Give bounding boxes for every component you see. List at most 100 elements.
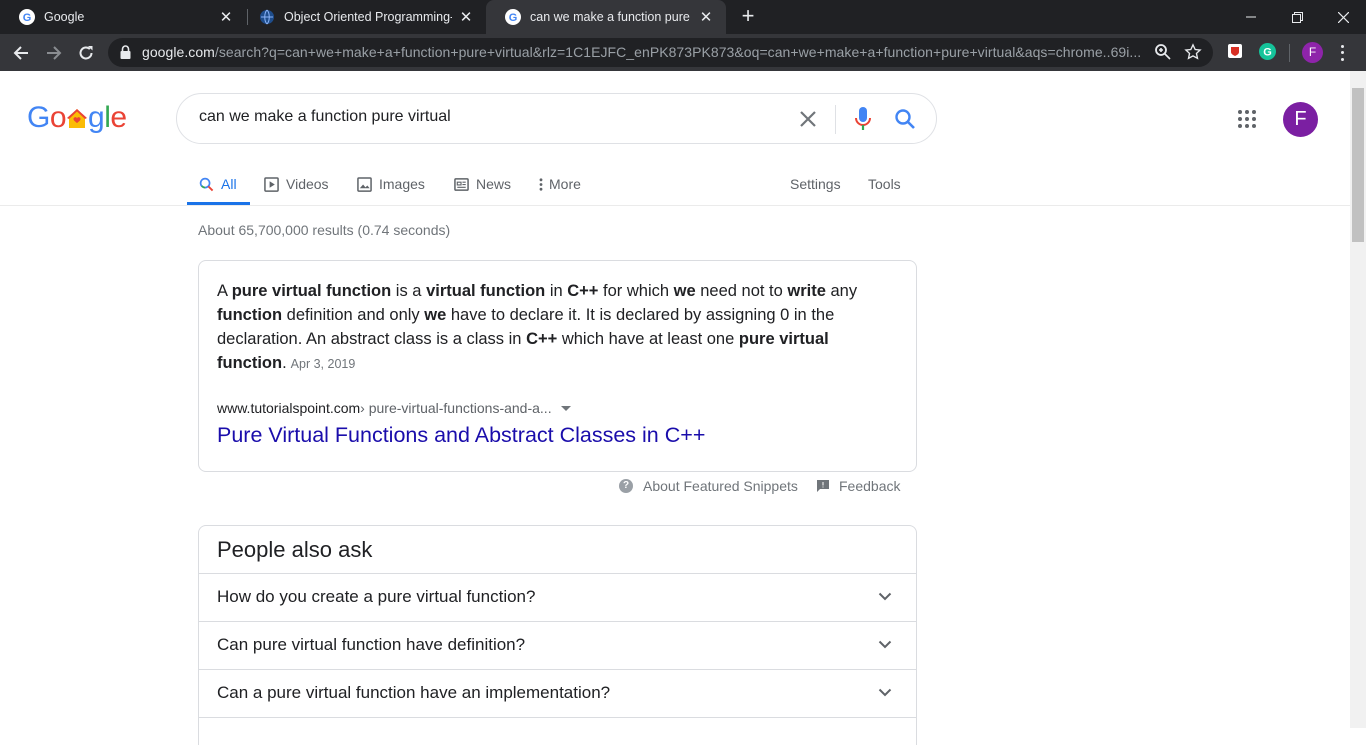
svg-text:G: G <box>1263 47 1272 59</box>
tab-settings[interactable]: Settings <box>790 173 841 195</box>
tab-label: All <box>221 176 237 192</box>
lock-icon[interactable] <box>120 45 131 59</box>
snippet-date: Apr 3, 2019 <box>290 357 356 371</box>
cite-path: › pure-virtual-functions-and-a... <box>360 400 552 416</box>
paa-question-text: How do you create a pure virtual functio… <box>217 587 536 606</box>
microphone-icon[interactable] <box>851 106 875 132</box>
logo-letter: g <box>88 101 105 134</box>
tab-close-icon[interactable]: ✕ <box>698 9 714 26</box>
google-favicon-icon: G <box>19 9 35 25</box>
browser-tab-search[interactable]: G can we make a function pure virtu ✕ <box>486 0 726 34</box>
grammarly-icon[interactable]: G <box>1259 43 1276 60</box>
back-button[interactable] <box>7 39 35 67</box>
tab-title: Google <box>44 10 85 24</box>
svg-text:G: G <box>23 12 32 24</box>
url-host: google.com <box>142 44 215 60</box>
search-input[interactable]: can we make a function pure virtual <box>199 108 451 126</box>
help-icon: ? <box>619 479 633 493</box>
address-bar[interactable]: google.com/search?q=can+we+make+a+functi… <box>108 38 1213 67</box>
search-divider <box>835 105 836 134</box>
tab-close-icon[interactable]: ✕ <box>458 9 474 26</box>
tab-close-icon[interactable]: ✕ <box>218 9 234 26</box>
snippet-span: is a <box>391 282 427 300</box>
snippet-emphasis: we <box>673 282 696 300</box>
snippet-emphasis: C++ <box>526 330 558 348</box>
snippet-emphasis: virtual function <box>426 282 546 300</box>
paa-question-text: Can a pure virtual function have an impl… <box>217 683 611 702</box>
google-apps-icon[interactable] <box>1238 110 1256 128</box>
paa-question[interactable] <box>199 717 916 747</box>
search-tabs: All Videos Images News More Settings Too… <box>0 163 1350 206</box>
snippet-emphasis: C++ <box>567 282 599 300</box>
snippet-text: A pure virtual function is a virtual fun… <box>217 279 907 376</box>
globe-favicon-icon <box>260 9 274 25</box>
close-window-button[interactable] <box>1320 0 1366 34</box>
logo-letter: G <box>27 101 50 134</box>
scrollbar-thumb[interactable] <box>1352 88 1364 242</box>
paa-question[interactable]: How do you create a pure virtual functio… <box>199 573 916 621</box>
google-logo[interactable]: Go gle <box>27 101 127 135</box>
image-icon <box>357 176 372 192</box>
clear-icon[interactable] <box>796 107 820 131</box>
tab-tools[interactable]: Tools <box>868 173 901 195</box>
chevron-down-icon <box>878 592 892 601</box>
snippet-span: in <box>545 282 568 300</box>
result-cite[interactable]: www.tutorialspoint.com › pure-virtual-fu… <box>217 400 571 416</box>
tab-label: Images <box>379 176 425 192</box>
doodle-house-icon <box>67 109 88 128</box>
tab-images[interactable]: Images <box>357 173 425 195</box>
tab-more[interactable]: More <box>538 173 581 195</box>
people-also-ask: People also ask How do you create a pure… <box>198 525 917 745</box>
browser-tab-google[interactable]: G Google ✕ <box>0 0 246 34</box>
google-account-avatar[interactable]: F <box>1283 102 1318 137</box>
tab-all[interactable]: All <box>199 173 237 195</box>
browser-toolbar: google.com/search?q=can+we+make+a+functi… <box>0 34 1366 71</box>
paa-title: People also ask <box>217 537 373 562</box>
tab-label: Settings <box>790 176 841 192</box>
reload-button[interactable] <box>72 39 100 67</box>
toolbar-separator <box>1289 44 1290 62</box>
search-box[interactable]: can we make a function pure virtual <box>176 93 937 144</box>
minimize-button[interactable] <box>1228 0 1274 34</box>
google-favicon-icon: G <box>505 9 521 25</box>
caret-down-icon[interactable] <box>560 405 571 411</box>
star-icon[interactable] <box>1184 43 1202 61</box>
search-icon[interactable] <box>893 107 917 131</box>
search-icon <box>199 177 214 191</box>
browser-tab-oop[interactable]: Object Oriented Programming-Z ✕ <box>240 0 486 34</box>
tab-label: News <box>476 176 512 192</box>
snippet-emphasis: pure virtual function <box>231 282 392 300</box>
about-featured-snippets-link[interactable]: ? About Featured Snippets <box>619 478 798 494</box>
close-icon <box>1337 11 1349 23</box>
video-icon <box>264 176 279 192</box>
snippet-span: A <box>217 282 232 300</box>
profile-avatar[interactable]: F <box>1302 42 1323 63</box>
logo-letter: o <box>49 101 67 134</box>
about-label: About Featured Snippets <box>643 478 798 494</box>
new-tab-button[interactable]: + <box>737 5 759 28</box>
forward-button[interactable] <box>40 39 68 67</box>
browser-menu-button[interactable] <box>1334 43 1350 63</box>
tab-label: More <box>549 176 581 192</box>
tab-title: Object Oriented Programming-Z <box>284 10 452 24</box>
tab-videos[interactable]: Videos <box>264 173 329 195</box>
chevron-down-icon <box>878 688 892 697</box>
more-vert-icon <box>539 177 543 191</box>
tab-label: Videos <box>286 176 329 192</box>
feedback-label: Feedback <box>839 478 901 494</box>
feedback-link[interactable]: Feedback <box>816 478 900 494</box>
result-title-link[interactable]: Pure Virtual Functions and Abstract Clas… <box>217 423 705 448</box>
paa-question[interactable]: Can a pure virtual function have an impl… <box>199 669 916 717</box>
tab-title: can we make a function pure virtu <box>530 10 692 24</box>
snippet-emphasis: we <box>424 306 447 324</box>
arrow-forward-icon <box>47 46 62 60</box>
tab-news[interactable]: News <box>454 173 511 195</box>
page-scrollbar[interactable] <box>1350 71 1366 728</box>
url-text[interactable]: google.com/search?q=can+we+make+a+functi… <box>142 44 1152 60</box>
extension-shield-icon[interactable] <box>1227 43 1243 59</box>
arrow-back-icon <box>13 46 28 60</box>
paa-question[interactable]: Can pure virtual function have definitio… <box>199 621 916 669</box>
snippet-span: need not to <box>695 282 788 300</box>
restore-button[interactable] <box>1274 0 1320 34</box>
zoom-icon[interactable] <box>1154 43 1172 61</box>
